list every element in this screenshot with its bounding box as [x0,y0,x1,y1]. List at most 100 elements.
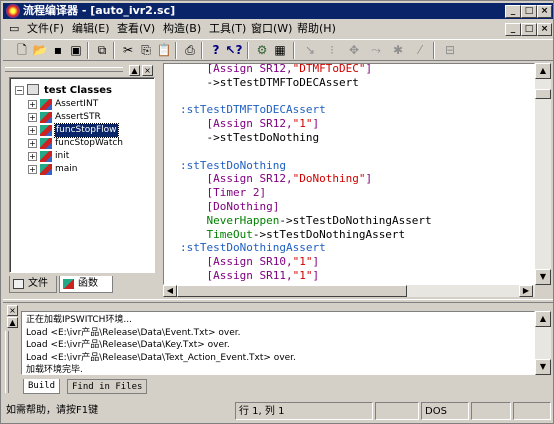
menu-edit[interactable]: 编辑(E) [70,20,112,38]
code-line[interactable]: [Assign SR10,"1"] [180,255,432,269]
code-line[interactable]: TimeOut->stTestDoNothingAssert [180,228,432,242]
output-panel[interactable]: 正在加载IPSWITCH环境... Load <E:\ivr产品\Release\… [21,311,535,375]
doc-minimize-button[interactable]: _ [505,23,521,36]
menu-tools[interactable]: 工具(T) [207,20,248,38]
tab-build[interactable]: Build [23,379,61,394]
code-line[interactable]: [Assign SR11,"1"] [180,269,432,283]
toolbar-separator [175,42,177,59]
menu-window[interactable]: 窗口(W) [249,20,294,38]
expand-toggle[interactable]: + [28,113,37,122]
print-icon[interactable]: ⎙ [181,42,199,59]
new-file-icon[interactable]: 🗋 [13,42,31,59]
code-token: [DoNothing] [206,199,280,213]
menu-file[interactable]: 文件(F) [25,20,66,38]
tree-item[interactable]: AssertSTR [55,111,101,124]
output-line: Load <E:\ivr产品\Release\Data\Text_Action_… [26,352,296,363]
output-scroll-up-button[interactable]: ▲ [535,311,551,327]
toolbar-separator [113,42,115,59]
paste-icon[interactable]: 📋 [155,42,173,59]
code-line[interactable]: ->stTestDTMFToDECAssert [180,76,432,90]
tab-functions[interactable]: 函数 [59,276,113,293]
output-close-button[interactable]: × [7,305,18,316]
menu-help[interactable]: 帮助(H) [295,20,338,38]
code-line[interactable]: :stTestDoNothing [180,159,432,173]
left-pane-grip[interactable] [5,67,123,72]
code-token: :stTestDoNothingAssert [180,241,326,255]
tree-item[interactable]: main [55,163,78,176]
code-text[interactable]: [Assign SR12,"DTMFToDEC"] ->stTestDTMFTo… [180,63,432,283]
expand-toggle[interactable]: + [28,165,37,174]
code-line[interactable]: ->stTestDoNothing [180,131,432,145]
files-tab-icon [13,279,24,289]
code-line[interactable]: [Assign SR12,"1"] [180,117,432,131]
tree-item[interactable]: funcStopFlow [54,123,119,138]
expand-toggle[interactable]: + [28,139,37,148]
pane-splitter[interactable] [3,299,553,303]
code-line[interactable]: :stTestDoNothingAssert [180,241,432,255]
code-line[interactable] [180,145,432,159]
output-vertical-scrollbar[interactable]: ▲ ▼ [535,311,551,375]
maximize-button[interactable]: □ [521,5,537,18]
title-bar[interactable]: 流程编译器 - [auto_ivr2.sc] _ □ × [3,3,553,19]
close-button[interactable]: × [537,5,552,18]
scroll-left-button[interactable]: ◀ [163,285,177,297]
output-scroll-down-button[interactable]: ▼ [535,359,551,375]
doc-icon[interactable]: ▭ [7,20,21,38]
code-line[interactable]: [Timer 2] [180,186,432,200]
left-pane-close-button[interactable]: × [142,65,153,76]
hscroll-thumb[interactable] [177,285,407,297]
copy-window-icon[interactable]: ⧉ [93,42,111,59]
build-icon[interactable]: ▦ [271,42,289,59]
left-pane-minimize-button[interactable]: ▲ [129,65,140,76]
compile-icon[interactable]: ⚙ [253,42,271,59]
class-tree[interactable]: − test Classes + AssertINT + AssertSTR + func… [9,77,155,273]
code-line[interactable]: :stTestDTMFToDECAssert [180,103,432,117]
doc-restore-button[interactable]: □ [521,23,537,36]
tree-item[interactable]: AssertINT [55,98,98,111]
tree-root-label[interactable]: test Classes [44,84,112,97]
code-token: ] [365,63,373,75]
scroll-thumb[interactable] [535,89,551,99]
expand-toggle[interactable]: + [28,100,37,109]
scroll-up-button[interactable]: ▲ [535,63,551,79]
toggle-icon: ✱ [392,43,404,57]
minimize-button[interactable]: _ [505,5,521,18]
doc-close-button[interactable]: × [537,23,552,36]
status-panel-2 [471,402,511,420]
tree-item[interactable]: init [55,150,69,163]
tab-files[interactable]: 文件 [9,276,57,293]
scroll-right-button[interactable]: ▶ [519,285,533,297]
code-line[interactable]: NeverHappen->stTestDoNothingAssert [180,214,432,228]
tree-item[interactable]: funcStopWatch [55,137,123,150]
editor-horizontal-scrollbar[interactable]: ◀ ▶ [163,285,535,297]
copy-icon[interactable]: ⎘ [137,42,155,59]
output-grip[interactable] [5,331,9,393]
editor-vertical-scrollbar[interactable]: ▲ ▼ [535,63,551,285]
context-help-icon[interactable]: ↖? [225,42,243,59]
code-token: ->stTestDoNothing [206,130,320,144]
code-token: [Assign SR10, [206,255,293,269]
tab-find-in-files[interactable]: Find in Files [67,379,148,394]
open-folder-icon[interactable]: 📂 [31,42,49,59]
cut-icon[interactable]: ✂ [119,42,137,59]
help-icon[interactable]: ? [207,42,225,59]
window-title: 流程编译器 - [auto_ivr2.sc] [23,4,176,17]
code-line[interactable]: [Assign SR12,"DoNothing"] [180,172,432,186]
menu-view[interactable]: 查看(V) [115,20,157,38]
save-icon[interactable]: ▪ [49,42,67,59]
expand-toggle[interactable]: + [28,152,37,161]
collapse-toggle[interactable]: − [15,86,24,95]
menu-build[interactable]: 构造(B) [161,20,203,38]
save-all-icon[interactable]: ▣ [67,42,85,59]
scroll-down-button[interactable]: ▼ [535,269,551,285]
code-line[interactable]: [DoNothing] [180,200,432,214]
output-minimize-button[interactable]: ▲ [7,317,18,328]
code-editor[interactable]: [Assign SR12,"DTMFToDEC"] ->stTestDTMFTo… [163,63,535,285]
code-line[interactable]: [Assign SR12,"DTMFToDEC"] [180,63,432,76]
code-token: ->stTestDoNothingAssert [279,213,432,227]
code-line[interactable] [180,90,432,104]
expand-toggle[interactable]: + [28,126,37,135]
